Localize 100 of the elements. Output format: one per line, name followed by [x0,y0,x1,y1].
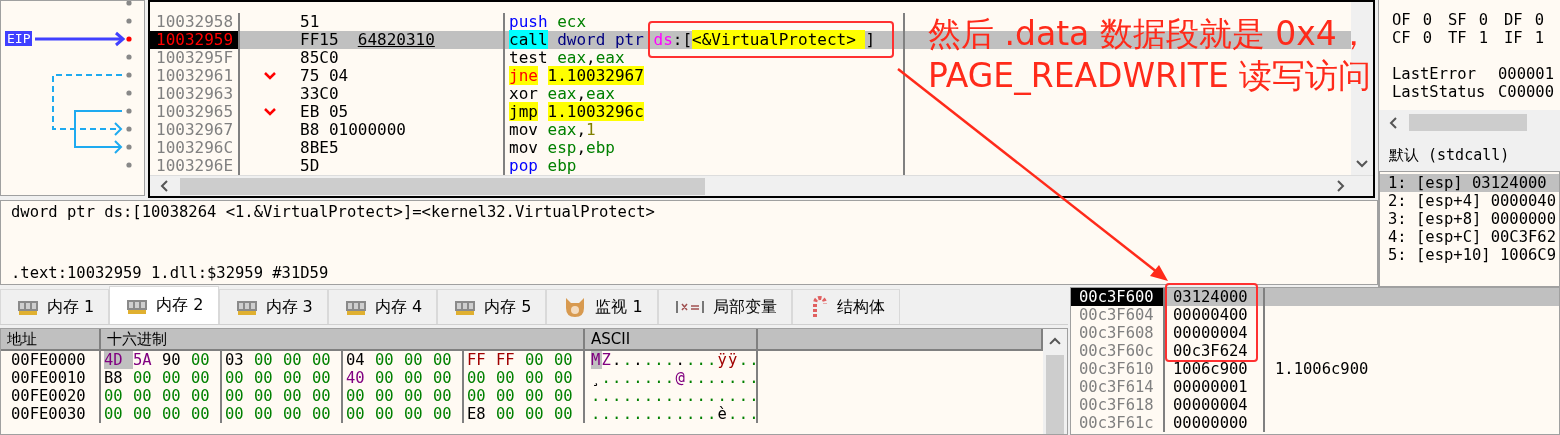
hex-byte[interactable]: 00 [404,351,433,369]
hex-byte[interactable]: 00 [404,369,433,387]
hex-byte[interactable]: 00 [554,351,583,369]
hex-byte[interactable]: 00 [254,405,283,423]
hex-byte[interactable]: 00 [375,369,404,387]
hex-byte[interactable]: 00 [433,351,462,369]
hex-byte[interactable]: 00 [283,351,312,369]
hex-byte[interactable]: 40 [346,369,375,387]
hex-byte[interactable]: B8 [104,369,133,387]
register-value: 000001 [1498,65,1554,83]
hex-byte[interactable]: 00 [133,387,162,405]
tab[interactable]: 内存 2 [109,286,219,324]
bytes-cell: B8 01000000 [300,121,406,139]
memory-module-icon [235,298,258,316]
argument-item[interactable]: 5: [esp+10] 1006C9 [1380,246,1559,264]
hex-byte[interactable]: 00 [133,369,162,387]
hex-byte[interactable]: 00 [283,369,312,387]
scroll-thumb[interactable] [1046,354,1064,434]
hex-byte[interactable]: 00 [283,387,312,405]
stack-row[interactable]: 00c3F600 03124000 [1071,288,1559,306]
vertical-scrollbar[interactable] [1043,329,1067,434]
hex-byte[interactable]: 00 [433,387,462,405]
disassembly-row[interactable]: 10032967 B8 01000000 mov eax,1 [150,121,1351,139]
tab[interactable]: 内存 3 [218,289,328,324]
address-cell: 00c3F604 [1071,306,1165,324]
hex-byte[interactable]: 5A [133,351,162,369]
hex-byte[interactable]: 00 [433,369,462,387]
hex-byte[interactable]: 00 [404,387,433,405]
argument-item[interactable]: 1: [esp] 03124000 [1380,174,1559,192]
hex-byte[interactable]: 00 [312,351,341,369]
hex-byte[interactable]: 00 [525,369,554,387]
hex-byte[interactable]: 00 [191,351,220,369]
hex-byte[interactable]: 00 [467,369,496,387]
hex-byte[interactable]: 00 [375,387,404,405]
argument-item[interactable]: 3: [esp+8] 0000000 [1380,210,1559,228]
disassembly-row[interactable]: 1003296C 8BE5 mov esp,ebp [150,139,1351,157]
stack-row[interactable]: 00c3F61c 00000000 [1071,414,1559,432]
hex-byte[interactable]: 04 [346,351,375,369]
tab[interactable]: 内存 1 [0,289,110,324]
hex-byte[interactable]: 00 [312,387,341,405]
hex-byte[interactable]: 00 [312,369,341,387]
hex-byte[interactable]: 00 [554,405,583,423]
argument-item[interactable]: 4: [esp+C] 00C3F62 [1380,228,1559,246]
hex-byte[interactable]: 90 [162,351,191,369]
stack-row[interactable]: 00c3F618 00000004 [1071,396,1559,414]
hex-byte[interactable]: 00 [312,405,341,423]
scroll-thumb[interactable] [180,177,705,195]
tab[interactable]: 局部变量 [657,289,792,324]
stack-row[interactable]: 00c3F610 1006c900 1.1006c900 [1071,360,1559,378]
hex-byte[interactable]: 03 [225,351,254,369]
hex-byte[interactable]: 00 [104,387,133,405]
hex-byte[interactable]: 00 [496,405,525,423]
hex-byte[interactable]: FF [467,351,496,369]
argument-item[interactable]: 2: [esp+4] 0000040 [1380,192,1559,210]
hex-byte[interactable]: 00 [433,405,462,423]
hex-byte[interactable]: 00 [254,387,283,405]
stack-row[interactable]: 00c3F604 00000400 [1071,306,1559,324]
tab[interactable]: 结构体 [791,289,900,324]
hex-byte[interactable]: 00 [375,405,404,423]
column-header: 十六进制 [101,329,585,349]
stack-row[interactable]: 00c3F608 00000004 [1071,324,1559,342]
hex-byte[interactable]: 00 [225,387,254,405]
hex-byte[interactable]: 00 [133,405,162,423]
hex-byte[interactable]: 00 [346,387,375,405]
tab[interactable]: 监视 1 [546,289,658,324]
hex-byte[interactable]: 00 [191,387,220,405]
hex-byte[interactable]: 00 [162,405,191,423]
hex-byte[interactable]: 00 [162,369,191,387]
stack-row[interactable]: 00c3F60c 00c3F624 [1071,342,1559,360]
flag-value: 0 [1478,11,1488,29]
horizontal-scrollbar[interactable] [150,175,1373,196]
hex-byte[interactable]: 00 [554,387,583,405]
hex-byte[interactable]: 00 [467,387,496,405]
hex-byte[interactable]: 00 [104,405,133,423]
hex-byte[interactable]: 00 [496,369,525,387]
hex-byte[interactable]: 00 [283,405,312,423]
hex-byte[interactable]: 00 [496,387,525,405]
stack-row[interactable]: 00c3F614 00000001 [1071,378,1559,396]
hex-byte[interactable]: 00 [191,405,220,423]
hex-byte[interactable]: 00 [375,351,404,369]
tab[interactable]: 内存 5 [437,289,547,324]
hex-byte[interactable]: 00 [225,405,254,423]
tab[interactable]: 内存 4 [327,289,438,324]
hex-byte[interactable]: 4D [104,351,133,369]
hex-byte[interactable]: E8 [467,405,496,423]
hex-byte[interactable]: 00 [225,369,254,387]
hex-byte[interactable]: 00 [525,351,554,369]
hex-byte[interactable]: 00 [254,351,283,369]
hex-byte[interactable]: 00 [162,387,191,405]
hex-byte[interactable]: FF [496,351,525,369]
bytes-cell: EB 05 [300,103,349,121]
hex-byte[interactable]: 00 [191,369,220,387]
hex-byte[interactable]: 00 [254,369,283,387]
hex-byte[interactable]: 00 [525,387,554,405]
scroll-thumb[interactable] [1409,114,1527,131]
hex-byte[interactable]: 00 [525,405,554,423]
hex-byte[interactable]: 00 [346,405,375,423]
hex-byte[interactable]: 00 [554,369,583,387]
disassembly-row[interactable]: 10032965 EB 05 jmp 1.1003296c [150,103,1351,121]
hex-byte[interactable]: 00 [404,405,433,423]
